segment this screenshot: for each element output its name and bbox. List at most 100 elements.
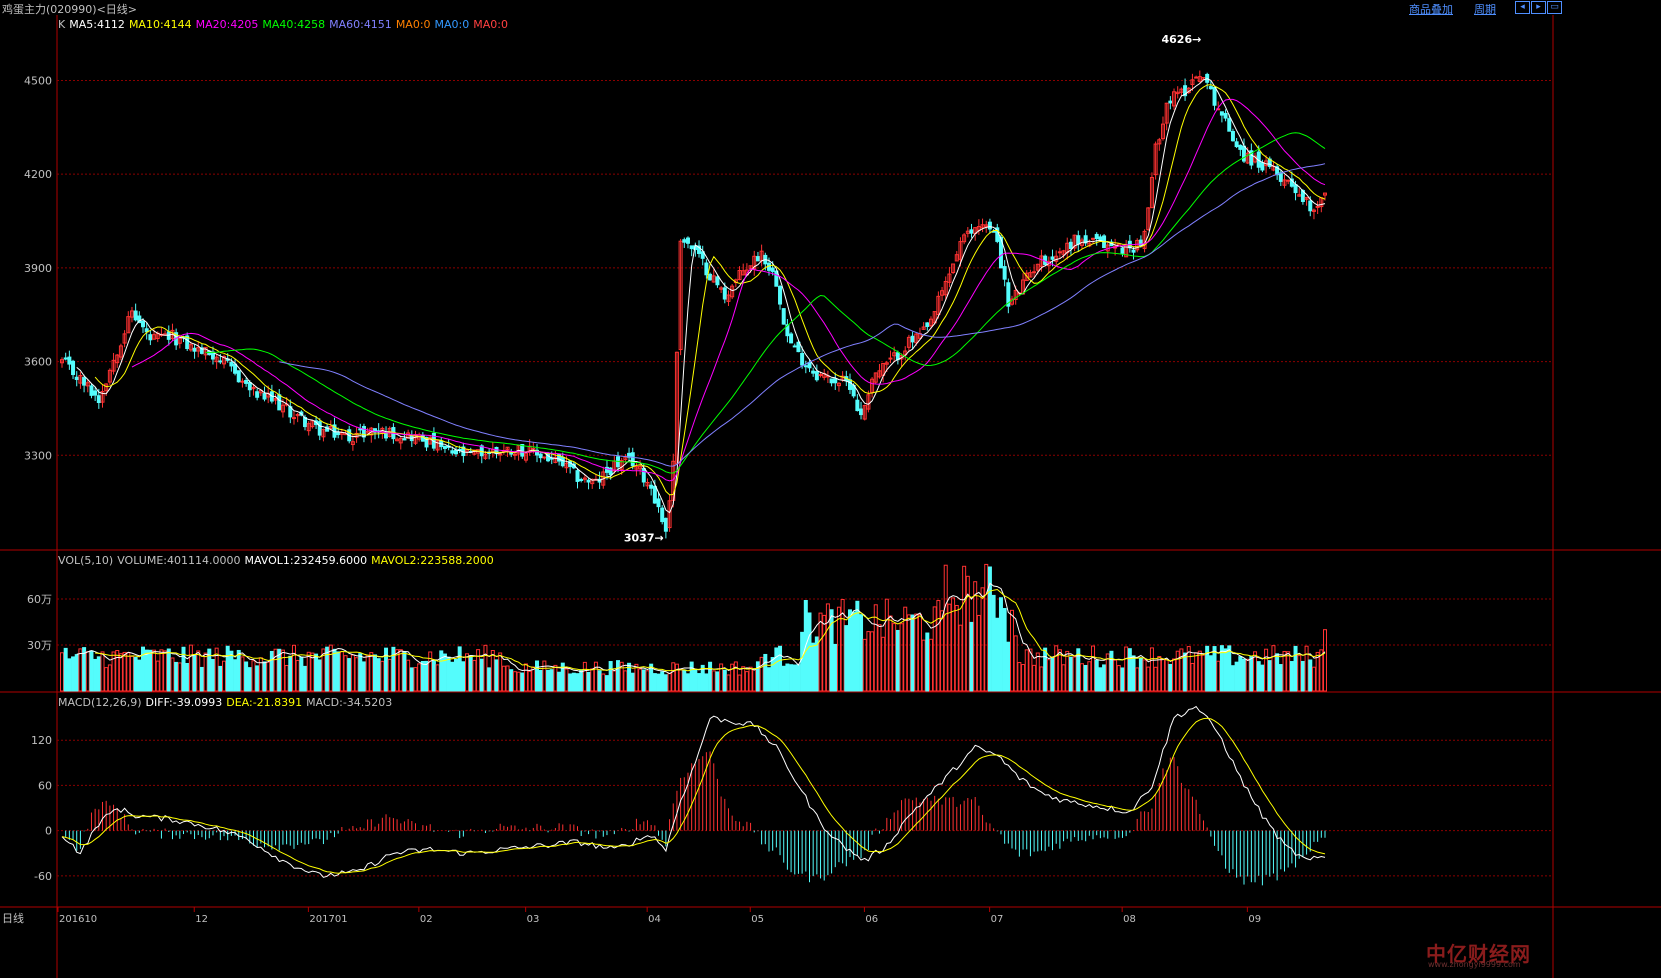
volume-bar: [1057, 649, 1062, 692]
volume-bar: [229, 650, 234, 692]
volume-bar: [984, 563, 989, 692]
price-legend-item: MA60:4151: [329, 18, 392, 31]
candle-body: [192, 347, 197, 352]
price-legend-item: MA10:4144: [128, 18, 192, 31]
x-tick-label: 12: [195, 914, 208, 925]
volume-bar: [1127, 648, 1132, 692]
candle-body: [792, 345, 797, 348]
volume-bar: [420, 660, 425, 692]
candle-body: [1168, 100, 1173, 104]
volume-bar: [118, 653, 123, 692]
candle-body: [1286, 179, 1291, 182]
volume-bar: [446, 656, 451, 692]
candle-body: [925, 322, 930, 327]
volume-bar: [1271, 645, 1276, 692]
volume-bar: [516, 671, 521, 692]
candle-body: [579, 478, 584, 481]
volume-bar: [829, 609, 834, 692]
candle-body: [1032, 271, 1037, 274]
price-legend-item: MA20:4205: [195, 18, 259, 31]
volume-bar: [667, 673, 672, 692]
volume-bar: [317, 659, 322, 692]
volume-bar: [174, 661, 179, 692]
mavol1-line: [76, 582, 1326, 675]
volume-bar: [1043, 647, 1048, 692]
candle-body: [240, 380, 245, 383]
volume-bar: [932, 606, 937, 692]
volume-bar: [1017, 662, 1022, 692]
candle-body: [1068, 241, 1073, 250]
candle-body: [814, 371, 819, 381]
candle-body: [141, 320, 146, 328]
volume-bar: [1223, 648, 1228, 692]
volume-bar: [1264, 648, 1269, 692]
candle-body: [1219, 111, 1224, 116]
volume-bar: [428, 651, 433, 692]
candle-body: [789, 333, 794, 344]
volume-bar: [998, 597, 1003, 692]
volume-bar: [1197, 650, 1202, 692]
candle-body: [1234, 141, 1239, 148]
volume-bar: [1035, 652, 1040, 692]
candle-body: [453, 449, 458, 455]
volume-bar: [1157, 655, 1162, 692]
volume-bar: [763, 653, 768, 692]
volume-bar: [674, 663, 679, 692]
candle-body: [233, 363, 238, 374]
candle-body: [682, 239, 687, 243]
title-bar: 鸡蛋主力(020990)<日线> 商品叠加 周期 ◂ ▸ ▭: [0, 0, 1661, 16]
volume-bar: [557, 671, 562, 692]
volume-bar: [546, 669, 551, 692]
volume-bar: [152, 649, 157, 692]
volume-bar: [844, 625, 849, 692]
volume-bar: [590, 668, 595, 692]
volume-bar: [693, 669, 698, 692]
volume-bar: [1286, 651, 1291, 692]
volume-bar: [1013, 635, 1018, 692]
candle-body: [1094, 233, 1099, 240]
volume-bar: [1153, 666, 1158, 692]
volume-bar: [472, 659, 477, 692]
kline-chart[interactable]: 4500 4200 3900 3600 3300 60万 30万 120 60 0 -60 日线 201…: [0, 15, 1661, 978]
volume-bar: [387, 658, 392, 692]
volume-bar: [376, 658, 381, 692]
volume-bar: [656, 673, 661, 692]
restore-icon[interactable]: ▭: [1547, 1, 1562, 14]
volume-bar: [630, 672, 635, 692]
candle-body: [689, 245, 694, 250]
volume-bar: [413, 667, 418, 692]
volume-bar: [892, 623, 897, 692]
volume-bar: [358, 653, 363, 692]
macd-legend-item: MACD(12,26,9): [58, 696, 142, 709]
volume-bar: [1142, 659, 1147, 692]
y-tick-label: 60: [38, 779, 52, 792]
candle-body: [512, 453, 517, 456]
volume-bar: [623, 670, 628, 692]
volume-bar: [531, 666, 536, 692]
volume-bar: [1135, 667, 1140, 692]
x-tick-label: 04: [648, 914, 661, 925]
volume-bar: [582, 661, 587, 692]
forward-icon[interactable]: ▸: [1531, 1, 1546, 14]
volume-bar: [163, 650, 168, 692]
back-icon[interactable]: ◂: [1515, 1, 1530, 14]
candle-body: [229, 361, 234, 367]
volume-bar: [571, 672, 576, 692]
volume-bar: [417, 663, 422, 692]
candle-body: [755, 256, 760, 262]
candle-body: [291, 417, 296, 420]
candle-body: [1002, 266, 1007, 280]
volume-bar: [925, 632, 930, 692]
volume-bar: [947, 603, 952, 692]
volume-bar: [792, 664, 797, 692]
candle-body: [630, 452, 635, 467]
price-legend: K MA5:4112 MA10:4144 MA20:4205 MA40:4258 MA60…: [58, 18, 512, 31]
x-tick-label: 02: [420, 914, 433, 925]
volume-bar: [255, 665, 260, 692]
candle-body: [560, 456, 565, 467]
low-price-label: 3037→: [624, 531, 664, 544]
volume-bar: [1109, 650, 1114, 692]
volume-bar: [1091, 645, 1096, 692]
volume-bar: [1079, 663, 1084, 692]
volume-bar: [89, 650, 94, 692]
